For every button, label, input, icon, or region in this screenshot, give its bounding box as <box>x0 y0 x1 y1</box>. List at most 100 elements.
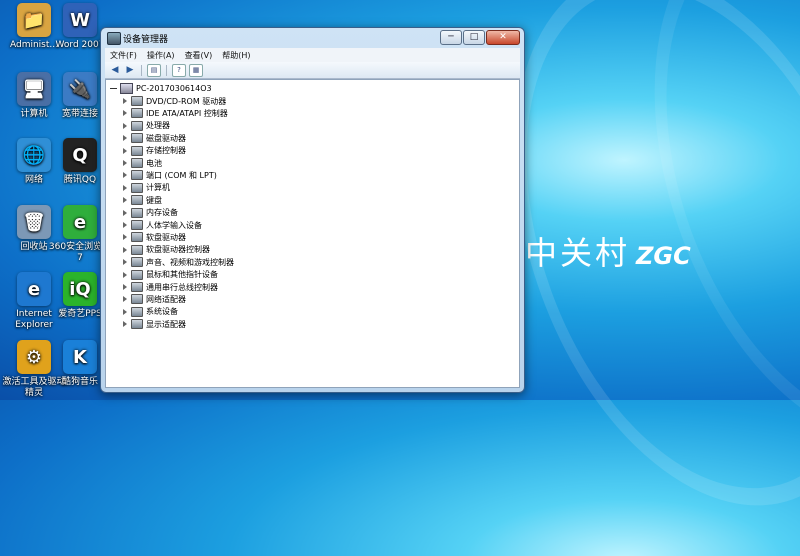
device-category-icon <box>131 319 143 330</box>
expand-arrow-icon[interactable] <box>123 222 127 228</box>
tree-item[interactable]: 系统设备 <box>123 306 178 318</box>
tree-item-label: 网络适配器 <box>146 294 186 304</box>
back-arrow-icon[interactable]: ◀ <box>109 65 121 76</box>
expand-arrow-icon[interactable] <box>123 246 127 253</box>
tree-item-label: 系统设备 <box>146 307 178 317</box>
window-title: 设备管理器 <box>123 35 169 45</box>
expand-arrow-icon[interactable] <box>123 308 127 315</box>
tree-item[interactable]: 鼠标和其他指针设备 <box>123 269 218 281</box>
maximize-button[interactable]: □ <box>463 30 485 45</box>
tree-item[interactable]: DVD/CD-ROM 驱动器 <box>123 95 226 107</box>
tree-item[interactable]: 电池 <box>123 157 162 169</box>
tree-item-label: 存储控制器 <box>146 146 186 156</box>
device-tree[interactable]: PC-2017030614O3 DVD/CD-ROM 驱动器 IDE ATA/AT… <box>105 79 520 388</box>
qq-penguin-icon: Q <box>63 138 97 172</box>
tree-item[interactable]: 存储控制器 <box>123 145 186 157</box>
properties-icon[interactable]: ▦ <box>189 63 203 77</box>
tree-item-label: 声音、视频和游戏控制器 <box>146 257 234 267</box>
tree-item[interactable]: 声音、视频和游戏控制器 <box>123 256 234 268</box>
brand-sub: ZGC <box>636 242 691 270</box>
device-manager-window[interactable]: 设备管理器 ─ □ ✕ 文件(F) 操作(A) 查看(V) 帮助(H) ◀ ▶ … <box>100 27 525 393</box>
device-category-icon <box>131 269 143 280</box>
tree-item-label: 磁盘驱动器 <box>146 133 186 143</box>
device-manager-icon <box>107 32 121 45</box>
expand-arrow-icon[interactable] <box>123 135 127 142</box>
tree-item-label: DVD/CD-ROM 驱动器 <box>146 96 227 106</box>
device-category-icon <box>131 145 143 156</box>
tree-root[interactable]: PC-2017030614O3 <box>110 83 212 94</box>
tree-item[interactable]: 软盘驱动器 <box>123 231 186 243</box>
tree-item[interactable]: IDE ATA/ATAPI 控制器 <box>123 107 228 119</box>
minimize-button[interactable]: ─ <box>440 30 462 45</box>
expand-arrow-icon[interactable] <box>123 98 127 104</box>
computer-node-icon <box>120 83 133 94</box>
menu-view[interactable]: 查看(V) <box>180 50 218 61</box>
help-icon[interactable]: ? <box>172 63 186 77</box>
tree-item[interactable]: 计算机 <box>123 182 170 194</box>
user-folder-icon: 📁 <box>17 3 51 37</box>
computer-icon: 🖥 <box>17 72 51 106</box>
tree-item[interactable]: 磁盘驱动器 <box>123 132 186 144</box>
tree-item[interactable]: 内存设备 <box>123 207 178 219</box>
device-category-icon <box>131 133 143 144</box>
tree-item[interactable]: 通用串行总线控制器 <box>123 281 218 293</box>
tree-root-label: PC-2017030614O3 <box>136 84 212 93</box>
device-category-icon <box>131 294 143 305</box>
tree-item-label: 键盘 <box>146 195 162 205</box>
tree-item[interactable]: 软盘驱动器控制器 <box>123 244 210 256</box>
tree-item-label: 处理器 <box>146 121 170 131</box>
tree-item[interactable]: 显示适配器 <box>123 318 186 330</box>
kugou-icon: K <box>63 340 97 374</box>
expand-arrow-icon[interactable] <box>123 184 127 191</box>
forward-arrow-icon[interactable]: ▶ <box>124 65 136 76</box>
device-view-icon[interactable]: ▤ <box>147 63 161 77</box>
broadband-icon: 🔌 <box>63 72 97 106</box>
tree-item-label: 通用串行总线控制器 <box>146 282 218 292</box>
expand-arrow-icon[interactable] <box>123 147 127 154</box>
tree-item-label: 人体学输入设备 <box>146 220 202 230</box>
expand-arrow-icon[interactable] <box>123 234 127 241</box>
tree-item-label: 计算机 <box>146 183 170 193</box>
expand-arrow-icon[interactable] <box>123 160 127 166</box>
brand-logo: 中关村 ZGC <box>525 228 691 274</box>
device-category-icon <box>131 257 143 268</box>
menu-action[interactable]: 操作(A) <box>142 50 180 61</box>
toolbar-separator <box>141 64 142 76</box>
expand-arrow-icon[interactable] <box>123 321 127 328</box>
tools-icon: ⚙ <box>17 340 51 374</box>
device-category-icon <box>131 170 143 181</box>
expand-arrow-icon[interactable] <box>123 271 127 278</box>
expand-arrow-icon[interactable] <box>123 110 127 117</box>
expand-arrow-icon[interactable] <box>123 284 127 290</box>
device-category-icon <box>131 220 143 230</box>
device-category-icon <box>131 182 143 193</box>
ie-icon: e <box>17 272 51 306</box>
device-category-icon <box>131 158 143 168</box>
tree-item-label: 内存设备 <box>146 208 178 218</box>
expand-arrow-icon[interactable] <box>123 209 127 216</box>
tree-item[interactable]: 网络适配器 <box>123 293 186 305</box>
device-category-icon <box>131 195 143 206</box>
menu-bar: 文件(F) 操作(A) 查看(V) 帮助(H) <box>105 48 520 62</box>
expand-arrow-icon[interactable] <box>123 172 127 179</box>
collapse-icon[interactable] <box>110 88 117 89</box>
tree-item-label: 软盘驱动器 <box>146 232 186 242</box>
tree-item[interactable]: 键盘 <box>123 194 162 206</box>
close-button[interactable]: ✕ <box>486 30 520 45</box>
expand-arrow-icon[interactable] <box>123 197 127 204</box>
expand-arrow-icon[interactable] <box>123 122 127 129</box>
tree-item-label: 软盘驱动器控制器 <box>146 245 210 255</box>
iqiyi-icon: iQ <box>63 272 97 306</box>
device-category-icon <box>131 108 143 119</box>
tree-item-label: 端口 (COM 和 LPT) <box>146 170 217 180</box>
menu-file[interactable]: 文件(F) <box>105 50 142 61</box>
menu-help[interactable]: 帮助(H) <box>217 50 255 61</box>
tree-item[interactable]: 处理器 <box>123 120 170 132</box>
tree-item-label: 显示适配器 <box>146 319 186 329</box>
title-bar[interactable]: 设备管理器 ─ □ ✕ <box>101 28 524 48</box>
expand-arrow-icon[interactable] <box>123 296 127 303</box>
tree-item[interactable]: 端口 (COM 和 LPT) <box>123 169 217 181</box>
toolbar-separator <box>166 64 167 76</box>
tree-item[interactable]: 人体学输入设备 <box>123 219 202 231</box>
expand-arrow-icon[interactable] <box>123 259 127 266</box>
